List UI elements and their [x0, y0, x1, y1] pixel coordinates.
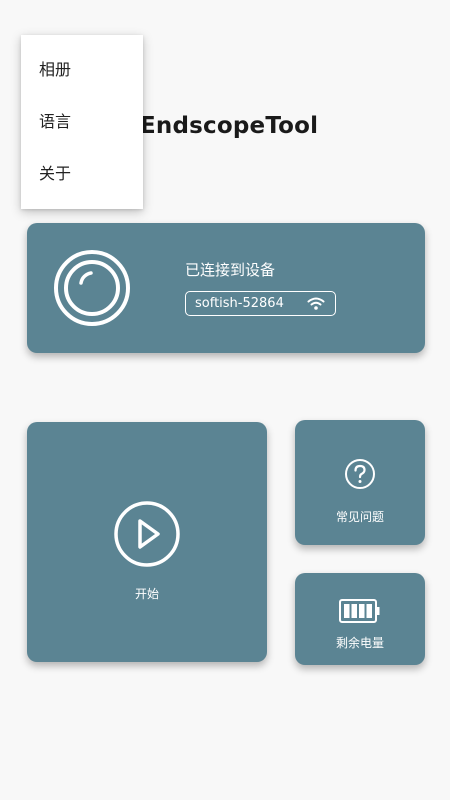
question-icon	[345, 459, 375, 489]
battery-icon	[339, 599, 380, 623]
faq-button[interactable]: 常见问题	[295, 420, 425, 545]
menu-item-album[interactable]: 相册	[21, 44, 143, 96]
wifi-ssid-text: softish-52864	[195, 296, 284, 311]
start-button[interactable]: 开始	[27, 422, 267, 662]
connection-status-text: 已连接到设备	[185, 261, 276, 279]
device-connection-card[interactable]: 已连接到设备 softish-52864	[27, 223, 425, 353]
battery-label: 剩余电量	[335, 636, 384, 650]
battery-button[interactable]: 剩余电量	[295, 573, 425, 665]
play-icon	[114, 501, 180, 567]
overflow-menu: 相册 语言 关于	[21, 35, 143, 209]
wifi-ssid-box[interactable]: softish-52864	[185, 291, 336, 316]
wifi-icon	[307, 297, 325, 310]
camera-lens-icon	[54, 250, 130, 326]
menu-item-language[interactable]: 语言	[21, 96, 143, 148]
app-title: EndscopeTool	[140, 113, 319, 139]
battery-bar	[366, 604, 372, 618]
faq-label: 常见问题	[335, 510, 384, 524]
start-label: 开始	[134, 587, 159, 601]
battery-bar	[351, 604, 357, 618]
battery-bar	[344, 604, 350, 618]
battery-bar	[359, 604, 365, 618]
menu-item-about[interactable]: 关于	[21, 148, 143, 200]
